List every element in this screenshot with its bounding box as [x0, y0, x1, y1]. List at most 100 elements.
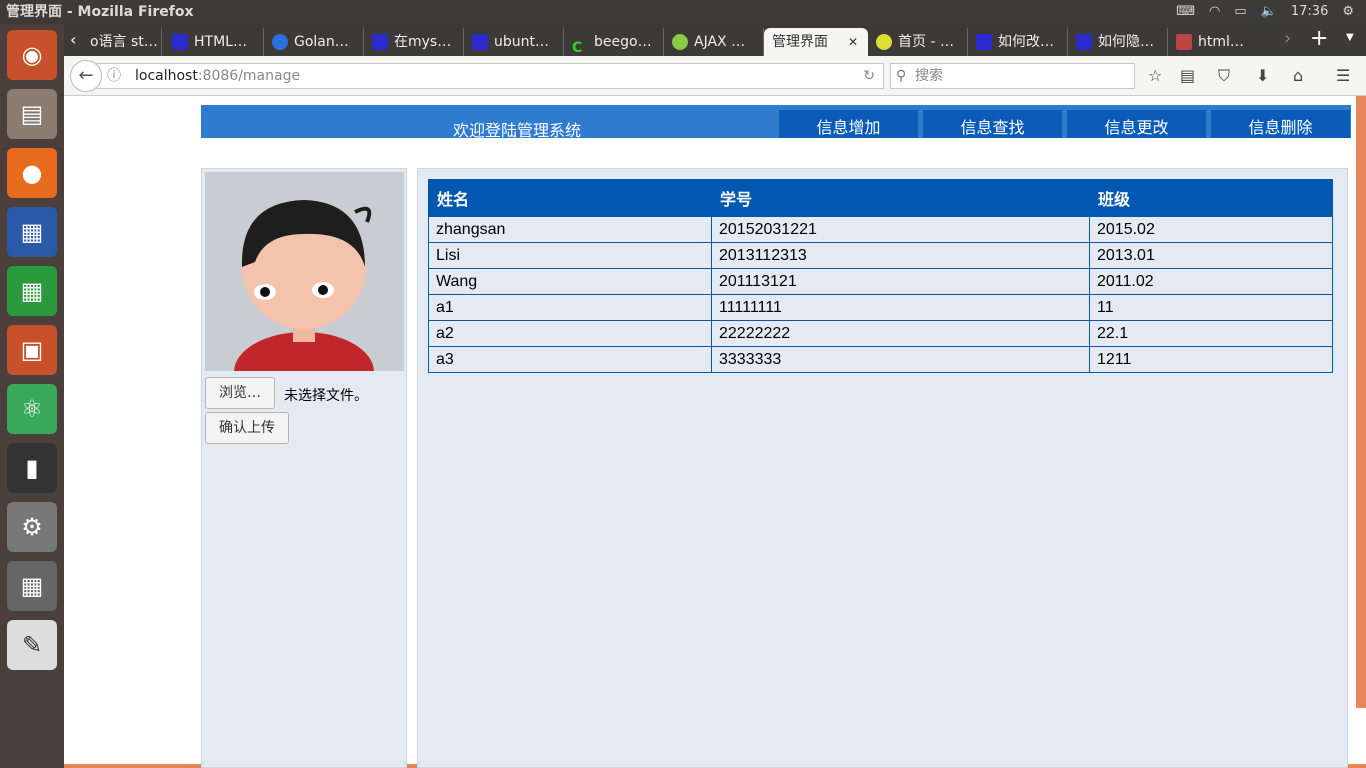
- right-panel: 姓名 学号 班级 zhangsan 20152031221 2015.02 Lisi 2…: [417, 168, 1348, 768]
- cell-name: Wang: [428, 268, 712, 295]
- favicon-icon: [372, 34, 388, 50]
- upload-button[interactable]: 确认上传: [205, 412, 289, 444]
- favicon-icon: [876, 34, 892, 50]
- reader-list-icon[interactable]: ▤: [1180, 66, 1195, 85]
- browse-button[interactable]: 浏览…: [205, 377, 275, 409]
- impress-icon[interactable]: ▣: [7, 325, 57, 375]
- tab-label: 管理界面: [772, 34, 828, 50]
- cell-id: 20152031221: [711, 216, 1090, 243]
- url-host: localhost: [135, 68, 198, 84]
- keyboard-icon[interactable]: ⌨: [1176, 0, 1195, 24]
- tab[interactable]: HTML…: [164, 28, 264, 56]
- page-title: 欢迎登陆管理系统: [452, 121, 581, 140]
- tab[interactable]: 在mys…: [364, 28, 464, 56]
- favicon-icon: [272, 34, 288, 50]
- tab-label: 如何改…: [998, 34, 1054, 50]
- header-name: 姓名: [428, 179, 712, 217]
- favicon-icon: [672, 34, 688, 50]
- cell-id: 11111111: [711, 294, 1090, 321]
- system-settings-icon[interactable]: ⚙: [7, 502, 57, 552]
- tab[interactable]: 如何改…: [968, 28, 1068, 56]
- tab[interactable]: Cbeego…: [564, 28, 664, 56]
- table-row: Lisi 2013112313 2013.01: [428, 242, 1333, 269]
- firefox-icon[interactable]: ●: [7, 148, 57, 198]
- atom-icon[interactable]: ⚛: [7, 384, 57, 434]
- text-editor-icon[interactable]: ✎: [7, 620, 57, 670]
- url-bar[interactable]: ⓘ localhost:8086/manage ↻: [96, 63, 884, 89]
- pocket-icon[interactable]: ⛉: [1218, 66, 1230, 86]
- home-icon[interactable]: ⌂: [1293, 66, 1303, 85]
- search-icon: ⚲: [896, 68, 907, 84]
- close-tab-icon[interactable]: ✕: [848, 28, 858, 56]
- tab[interactable]: ubunt…: [464, 28, 564, 56]
- tab-list-icon[interactable]: ▼: [1346, 32, 1354, 43]
- favicon-icon: [172, 34, 188, 50]
- tab-label: 如何隐…: [1098, 34, 1154, 50]
- cell-name: a2: [428, 320, 712, 347]
- add-info-button[interactable]: 信息增加: [779, 110, 918, 138]
- search-input[interactable]: ⚲ 搜索: [890, 63, 1135, 89]
- cell-name: Lisi: [428, 242, 712, 269]
- table-header-row: 姓名 学号 班级: [428, 179, 1333, 217]
- terminal-icon[interactable]: ▮: [7, 443, 57, 493]
- nav-bar: ⓘ localhost:8086/manage ↻ ← ⚲ 搜索 ☆ ▤ ⛉ ⬇ ⌂ …: [64, 56, 1366, 96]
- cell-id: 22222222: [711, 320, 1090, 347]
- battery-icon[interactable]: ▭: [1234, 0, 1246, 24]
- calculator-icon[interactable]: ▦: [7, 561, 57, 611]
- table-row: zhangsan 20152031221 2015.02: [428, 216, 1333, 243]
- wifi-icon[interactable]: ◠: [1209, 0, 1220, 24]
- delete-info-button[interactable]: 信息删除: [1211, 110, 1350, 138]
- ubuntu-icon[interactable]: ◉: [7, 30, 57, 80]
- cell-class: 11: [1089, 294, 1333, 321]
- tab-label: 首页 - …: [898, 34, 954, 50]
- tab[interactable]: AJAX …: [664, 28, 764, 56]
- update-info-button[interactable]: 信息更改: [1067, 110, 1206, 138]
- header-class: 班级: [1089, 179, 1333, 217]
- header-id: 学号: [711, 179, 1090, 217]
- settings-icon[interactable]: ⚙: [1342, 0, 1354, 24]
- info-icon[interactable]: ⓘ: [107, 64, 121, 88]
- tab-label: HTML…: [194, 34, 247, 50]
- tab-label: AJAX …: [694, 34, 746, 50]
- menu-icon[interactable]: ☰: [1336, 66, 1350, 85]
- favicon-icon: [472, 34, 488, 50]
- tab-label: o语言 st…: [90, 34, 158, 50]
- files-icon[interactable]: ▤: [7, 89, 57, 139]
- calc-icon[interactable]: ▦: [7, 266, 57, 316]
- download-icon[interactable]: ⬇: [1256, 66, 1269, 85]
- scrollbar[interactable]: [1356, 96, 1366, 708]
- cell-name: a3: [428, 346, 712, 373]
- no-file-text: 未选择文件。: [284, 388, 368, 404]
- launcher: ◉ ▤ ● ▦ ▦ ▣ ⚛ ▮ ⚙ ▦ ✎: [0, 24, 64, 768]
- tab[interactable]: 如何隐…: [1068, 28, 1168, 56]
- back-button[interactable]: ←: [70, 60, 102, 92]
- cell-class: 22.1: [1089, 320, 1333, 347]
- cell-name: zhangsan: [428, 216, 712, 243]
- cell-name: a1: [428, 294, 712, 321]
- favicon-icon: [1176, 34, 1192, 50]
- tab-label: 在mys…: [394, 34, 452, 50]
- clock[interactable]: 17:36: [1291, 0, 1328, 24]
- table-row: a3 3333333 1211: [428, 346, 1333, 373]
- volume-icon[interactable]: 🔈: [1261, 0, 1277, 24]
- cell-id: 3333333: [711, 346, 1090, 373]
- search-info-button[interactable]: 信息查找: [923, 110, 1062, 138]
- scroll-tabs-right-icon[interactable]: ›: [1284, 28, 1291, 49]
- tab[interactable]: html…: [1168, 28, 1268, 56]
- search-placeholder: 搜索: [915, 68, 943, 84]
- writer-icon[interactable]: ▦: [7, 207, 57, 257]
- student-table: 姓名 学号 班级 zhangsan 20152031221 2015.02 Lisi 2…: [428, 179, 1333, 373]
- page-header: 欢迎登陆管理系统 信息增加 信息查找 信息更改 信息删除: [201, 105, 1351, 140]
- tab-active[interactable]: 管理界面 ✕: [764, 28, 868, 56]
- new-tab-icon[interactable]: +: [1310, 26, 1328, 51]
- bookmark-star-icon[interactable]: ☆: [1148, 66, 1162, 85]
- tab[interactable]: o语言 st…: [82, 28, 162, 56]
- reload-icon[interactable]: ↻: [863, 64, 875, 88]
- scroll-tabs-left-icon[interactable]: ‹: [70, 30, 76, 49]
- tab-label: beego…: [594, 34, 652, 50]
- tab[interactable]: Golan…: [264, 28, 364, 56]
- window-title: 管理界面 - Mozilla Firefox: [6, 4, 194, 20]
- url-path: :8086/manage: [197, 68, 301, 84]
- cell-class: 2015.02: [1089, 216, 1333, 243]
- tab[interactable]: 首页 - …: [868, 28, 968, 56]
